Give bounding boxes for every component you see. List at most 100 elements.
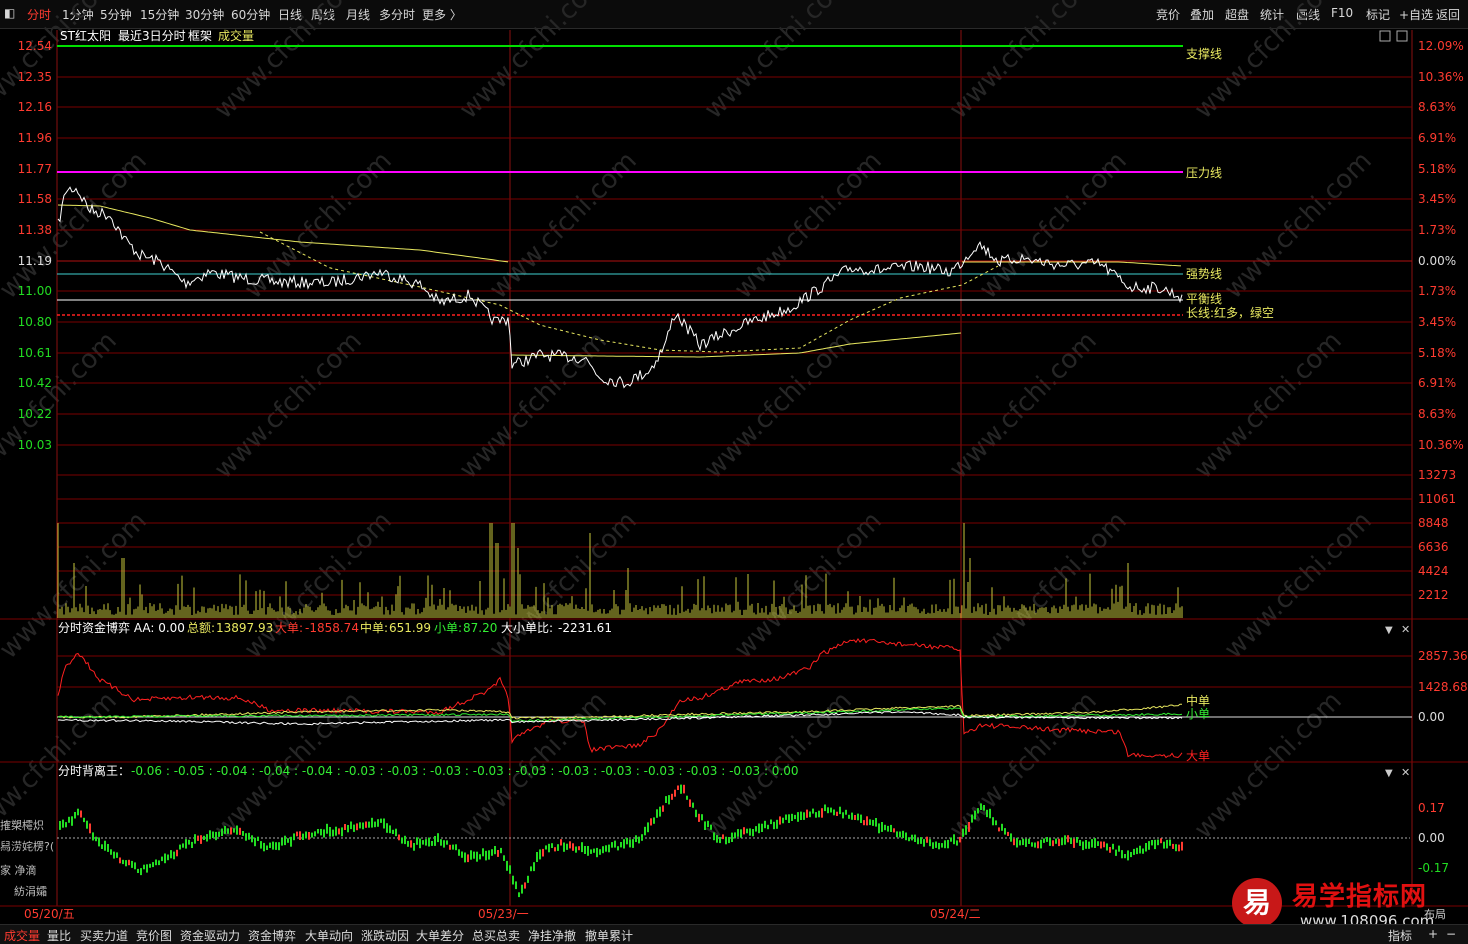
capital-mid-label: 中单: <box>360 620 388 635</box>
indicator-tab-11[interactable]: 撤单累计 <box>585 927 633 944</box>
indicator-tab-6[interactable]: 大单动向 <box>305 927 353 944</box>
price-tick: 11.58 <box>18 192 52 206</box>
indicator-button[interactable]: 指标 <box>1388 927 1412 944</box>
price-tick: 10.80 <box>18 315 52 329</box>
large-label: 大单 <box>1186 749 1210 763</box>
percent-tick: 0.00% <box>1418 254 1456 268</box>
indicator-tab-3[interactable]: 竞价图 <box>136 927 172 944</box>
divergence-title: 分时背离王： <box>58 763 130 778</box>
layout-label[interactable]: 布局 <box>1424 906 1446 922</box>
volume-tick: 2212 <box>1418 588 1449 602</box>
chart-area: www.cfchi.com www.cfchi.com www.cfchi.com w… <box>0 0 1468 921</box>
side-label-2: 舄涝姹楞?( <box>0 840 55 853</box>
watermark-text: www.cfchi.com <box>239 146 398 305</box>
percent-tick: 8.63% <box>1418 100 1456 114</box>
minus-button[interactable]: − <box>1446 927 1456 941</box>
watermark-text: www.cfchi.com <box>484 146 643 305</box>
side-label-1: 搉槊樗炽 <box>0 819 44 832</box>
price-tick: 10.22 <box>18 407 52 421</box>
date-label: 05/24/二 <box>930 907 981 921</box>
logo-title: 易学指标网 <box>1292 882 1428 912</box>
capital-mid-value: 651.99 <box>389 621 431 635</box>
small-order-line <box>57 707 1183 723</box>
percent-tick: 5.18% <box>1418 162 1456 176</box>
price-tick: 11.77 <box>18 162 52 176</box>
percent-tick: 3.45% <box>1418 192 1456 206</box>
price-tick: 11.00 <box>18 284 52 298</box>
pressure-label: 压力线 <box>1186 166 1222 180</box>
mid-label: 中单 <box>1186 693 1210 708</box>
watermark-text: www.cfchi.com <box>484 506 643 665</box>
capital-collapse-icon[interactable]: ▼ <box>1385 625 1393 636</box>
indicator-tab-0[interactable]: 成交量 <box>4 927 40 944</box>
indicator-tab-10[interactable]: 净挂净撤 <box>528 927 576 944</box>
percent-tick: 12.09% <box>1418 39 1464 53</box>
watermark-text: www.cfchi.com <box>974 146 1133 305</box>
plus-button[interactable]: + <box>1428 927 1438 941</box>
price-tick: 12.35 <box>18 70 52 84</box>
stock-name: ST红太阳 <box>60 28 111 43</box>
date-label: 05/23/一 <box>478 907 529 921</box>
indicator-tab-5[interactable]: 资金博弈 <box>248 927 296 944</box>
support-label: 支撑线 <box>1186 46 1222 61</box>
volume-tick: 13273 <box>1418 468 1456 482</box>
percent-tick: 3.45% <box>1418 315 1456 329</box>
date-axis: 05/20/五 05/23/一 05/24/二 <box>24 907 981 921</box>
capital-axis: 2857.36 1428.68 0.00 <box>1418 649 1468 724</box>
percent-tick: 10.36% <box>1418 438 1464 452</box>
indicator-tab-1[interactable]: 量比 <box>47 927 71 944</box>
capital-panel-header: 分时资金博弈 AA: 0.00 总额: 13897.93 大单: -1858.7… <box>58 620 612 635</box>
site-logo: 易 易学指标网 www.108096.com <box>1228 872 1468 932</box>
volume-tick: 4424 <box>1418 564 1449 578</box>
capital-tick: 2857.36 <box>1418 649 1468 663</box>
divergence-collapse-icon[interactable]: ▼ <box>1385 768 1393 779</box>
price-tick: 11.19 <box>18 254 52 268</box>
volume-axis: 13273 11061 8848 6636 4424 2212 <box>1418 468 1456 602</box>
indicator-tabbar: 指标 + − 成交量 量比 买卖力道 竞价图 资金驱动力 资金博弈 大单动向 涨跌动因 大单差分… <box>0 924 1468 944</box>
watermark-text: www.cfchi.com <box>209 326 368 485</box>
range-label: 最近3日分时 <box>118 29 186 43</box>
watermark-text: www.cfchi.com <box>944 326 1103 485</box>
indicator-tab-8[interactable]: 大单差分 <box>416 927 464 944</box>
watermark-text: www.cfchi.com <box>209 0 368 125</box>
watermark-text: www.cfchi.com <box>454 0 613 125</box>
small-label: 小单 <box>1186 707 1210 721</box>
percent-tick: 10.36% <box>1418 70 1464 84</box>
panel-close-icon[interactable] <box>1396 30 1408 42</box>
indicator-tab-4[interactable]: 资金驱动力 <box>180 927 240 944</box>
price-tick: 10.03 <box>18 438 52 452</box>
watermark-text: www.cfchi.com <box>239 506 398 665</box>
strong-label: 强势线 <box>1186 267 1222 281</box>
watermark-text: www.cfchi.com <box>1189 326 1348 485</box>
panel-settings-icon[interactable] <box>1379 30 1391 42</box>
capital-small-label: 小单: <box>434 621 462 635</box>
divergence-close-icon[interactable]: ✕ <box>1401 766 1410 779</box>
side-label-3: 家 净滴 <box>0 864 37 877</box>
price-tick: 11.96 <box>18 131 52 145</box>
volume-tick: 11061 <box>1418 492 1456 506</box>
capital-tick: 1428.68 <box>1418 680 1468 694</box>
watermark-text: www.cfchi.com <box>699 0 858 125</box>
indicator-tab-2[interactable]: 买卖力道 <box>80 927 128 944</box>
watermark-text: www.cfchi.com <box>944 0 1103 125</box>
capital-title: 分时资金博弈 AA: 0.00 <box>58 620 185 635</box>
watermark-text: www.cfchi.com <box>699 326 858 485</box>
capital-small-value: 87.20 <box>463 621 497 635</box>
percent-axis: 12.09% 10.36% 8.63% 6.91% 5.18% 3.45% 1.73% 0.0… <box>1418 39 1464 452</box>
indicator-tab-7[interactable]: 涨跌动因 <box>361 927 409 944</box>
indicator-tab-9[interactable]: 总买总卖 <box>472 927 520 944</box>
percent-tick: 8.63% <box>1418 407 1456 421</box>
percent-tick: 1.73% <box>1418 223 1456 237</box>
capital-ratio-value: -2231.61 <box>558 621 612 635</box>
price-tick: 12.54 <box>18 39 52 53</box>
volume-tick: 8848 <box>1418 516 1449 530</box>
watermark-text: www.cfchi.com <box>1189 686 1348 845</box>
price-tick: 10.61 <box>18 346 52 360</box>
capital-close-icon[interactable]: ✕ <box>1401 623 1410 636</box>
volume-label: 成交量 <box>218 28 254 43</box>
percent-tick: 5.18% <box>1418 346 1456 360</box>
watermark-text: www.cfchi.com <box>1189 0 1348 125</box>
percent-tick: 6.91% <box>1418 376 1456 390</box>
large-order-line <box>57 637 1183 759</box>
watermark-text: www.cfchi.com <box>1219 506 1378 665</box>
